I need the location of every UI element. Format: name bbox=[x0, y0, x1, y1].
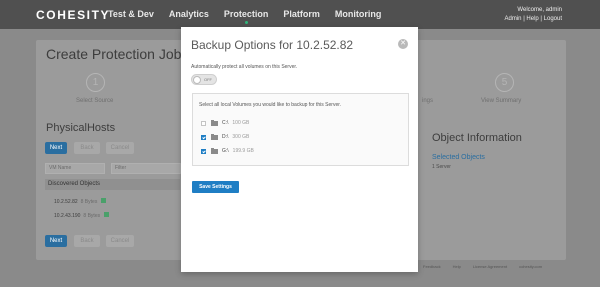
step-5-circle: 5 bbox=[495, 73, 514, 92]
volume-size: 300 GB bbox=[232, 134, 250, 140]
selected-objects-link[interactable]: Selected Objects bbox=[432, 154, 485, 161]
nav-analytics[interactable]: Analytics bbox=[169, 9, 209, 19]
close-icon[interactable]: ✕ bbox=[398, 39, 408, 49]
toggle-state-text: OFF bbox=[204, 77, 212, 82]
volume-name: G:\ bbox=[222, 148, 229, 154]
next-button-bottom[interactable]: Next bbox=[45, 235, 67, 247]
footer-links: Feedback Help License Agreement cohesity… bbox=[423, 264, 542, 269]
volume-row-g[interactable]: G:\ 199.9 GB bbox=[201, 147, 254, 154]
modal-title: Backup Options for 10.2.52.82 bbox=[191, 38, 354, 52]
host-ip: 10.2.52.82 bbox=[54, 199, 78, 205]
volume-checkbox-d[interactable] bbox=[201, 134, 206, 140]
nav-platform[interactable]: Platform bbox=[283, 9, 320, 19]
shield-icon bbox=[104, 212, 110, 217]
volumes-header: Select all local Volumes you would like … bbox=[199, 102, 342, 108]
selected-count: 1 Server bbox=[432, 164, 451, 170]
host-size: 8 Bytes bbox=[83, 213, 101, 219]
host-row[interactable]: 10.2.52.82 8 Bytes bbox=[54, 198, 107, 205]
volume-row-c[interactable]: C:\ 100 GB bbox=[201, 119, 250, 126]
main-nav: Test & Dev Analytics Protection Platform… bbox=[108, 9, 382, 24]
cancel-button-bottom[interactable]: Cancel bbox=[106, 235, 134, 247]
top-navigation-bar: COHESITY Test & Dev Analytics Protection… bbox=[0, 0, 600, 29]
page-title: Create Protection Job bbox=[46, 46, 182, 62]
footer-feedback[interactable]: Feedback bbox=[423, 264, 441, 269]
cancel-button-top[interactable]: Cancel bbox=[106, 142, 134, 154]
volume-checkbox-c[interactable] bbox=[201, 120, 206, 126]
nav-monitoring[interactable]: Monitoring bbox=[335, 9, 382, 19]
vm-name-input[interactable]: VM Name bbox=[45, 163, 105, 174]
folder-icon bbox=[211, 119, 218, 126]
host-ip: 10.2.43.190 bbox=[54, 213, 81, 219]
step-1-circle: 1 bbox=[86, 73, 105, 92]
save-settings-button[interactable]: Save Settings bbox=[192, 181, 239, 193]
volume-checkbox-g[interactable] bbox=[201, 148, 206, 154]
filter-input[interactable]: Filter bbox=[111, 163, 181, 174]
volume-name: D:\ bbox=[222, 134, 229, 140]
volume-size: 100 GB bbox=[232, 120, 250, 126]
toggle-knob bbox=[193, 75, 201, 84]
user-menu: Welcome, admin Admin | Help | Logout bbox=[505, 6, 562, 24]
folder-icon bbox=[211, 133, 218, 140]
volume-row-d[interactable]: D:\ 300 GB bbox=[201, 133, 250, 140]
host-row[interactable]: 10.2.43.190 8 Bytes bbox=[54, 212, 110, 219]
volumes-panel: Select all local Volumes you would like … bbox=[192, 93, 409, 166]
footer-license[interactable]: License Agreement bbox=[473, 264, 507, 269]
volume-name: C:\ bbox=[222, 120, 229, 126]
object-information-title: Object Information bbox=[432, 132, 522, 144]
step-4-label-partial: ings bbox=[422, 98, 434, 104]
auto-protect-toggle[interactable]: OFF bbox=[191, 74, 217, 85]
physical-hosts-title: PhysicalHosts bbox=[46, 122, 116, 134]
host-size: 8 Bytes bbox=[80, 199, 98, 205]
nav-protection[interactable]: Protection bbox=[224, 9, 268, 24]
user-links[interactable]: Admin | Help | Logout bbox=[505, 15, 562, 24]
footer-cohesity[interactable]: cohesity.com bbox=[519, 264, 542, 269]
auto-protect-label: Automatically protect all volumes on thi… bbox=[191, 64, 298, 70]
step-1-label: Select Source bbox=[76, 98, 114, 104]
back-button-top[interactable]: Back bbox=[74, 142, 100, 154]
welcome-text: Welcome, admin bbox=[517, 7, 562, 13]
back-button-bottom[interactable]: Back bbox=[74, 235, 100, 247]
cohesity-logo[interactable]: COHESITY bbox=[36, 8, 110, 22]
footer-help[interactable]: Help bbox=[453, 264, 461, 269]
next-button-top[interactable]: Next bbox=[45, 142, 67, 154]
nav-test-dev[interactable]: Test & Dev bbox=[108, 9, 154, 19]
backup-options-modal: Backup Options for 10.2.52.82 ✕ Automati… bbox=[181, 27, 418, 272]
volume-size: 199.9 GB bbox=[232, 148, 254, 154]
folder-icon bbox=[211, 147, 218, 154]
discovered-objects-header: Discovered Objects bbox=[45, 179, 180, 190]
shield-icon bbox=[101, 198, 107, 203]
step-5-label: View Summary bbox=[481, 98, 522, 104]
